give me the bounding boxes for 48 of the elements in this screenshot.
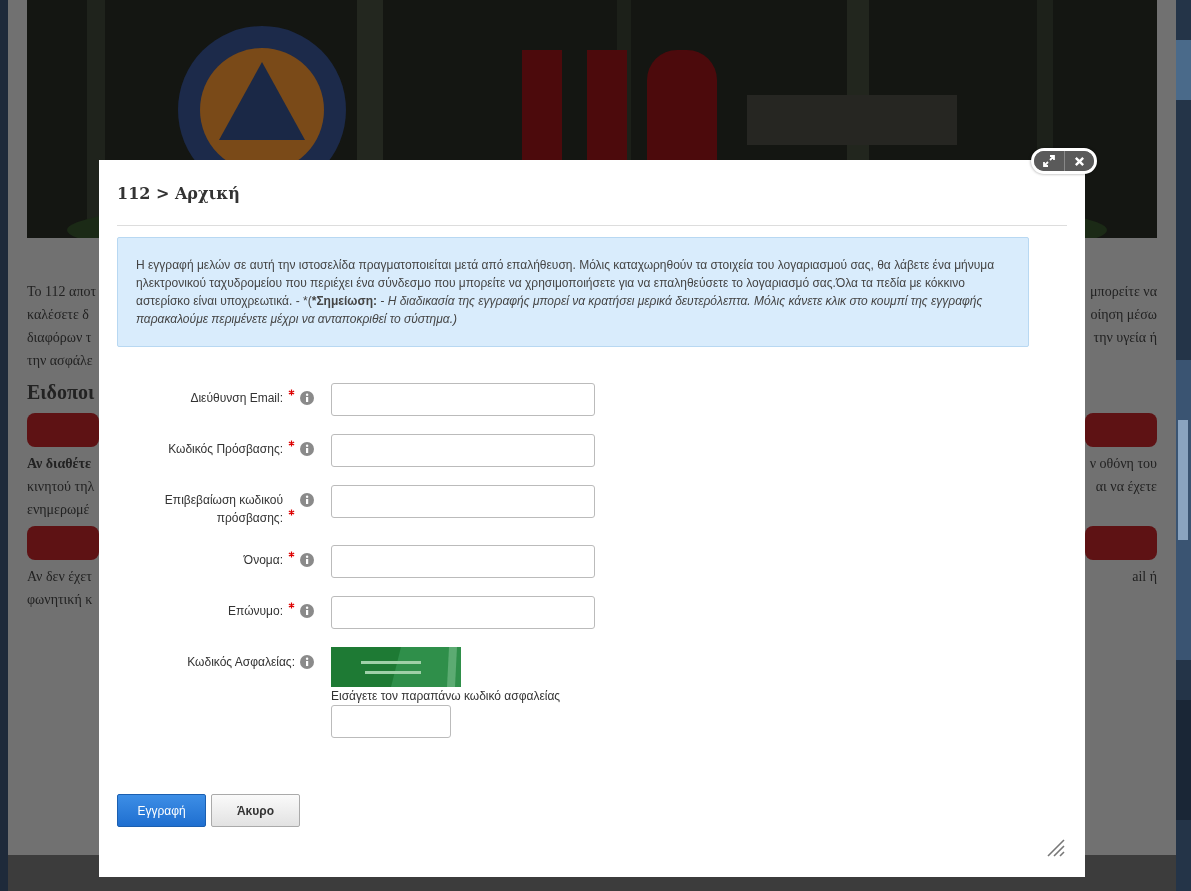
resize-grip-icon[interactable] [1046, 838, 1066, 858]
paragraph-text: Το 112 αποτ [27, 283, 97, 299]
hint-text: Εισάγετε τον παραπάνω κωδικό ασφαλείας [331, 689, 561, 703]
paragraph-text: ν οθόνη του [1089, 455, 1157, 471]
cancel-button[interactable]: Άκυρο [211, 794, 300, 827]
banner-bar [1085, 413, 1157, 447]
banner-bar [27, 526, 99, 560]
paragraph-text: καλέσετε δ [27, 306, 89, 322]
input-field[interactable] [331, 434, 595, 467]
paragraph-text: αι να έχετε [1095, 478, 1157, 494]
field-label: Κωδικός Ασφαλείας: [187, 654, 295, 671]
dialog-title: 112 > Αρχική [117, 184, 241, 205]
banner-bar [27, 413, 99, 447]
info-notice: Η εγγραφή μελών σε αυτή την ιστοσελίδα πραγματοποιείται μετά από επαλήθευση. Μόλις καταχωρηθούν τα στοιχεία του λογαριασμού σας, θα λάβετε ένα μήνυμα ηλεκτρονικού ταχυδρομείου που περιέχει ένα σύνδεσμο που μπορείτε να χρησιμοποιήσετε για να επαληθεύσετε το λογαριασμό σας.Όλα τα πεδία με κόκκινο αστερίσκο είναι υποχρεωτικά. - *(*Σημείωση: - Η διαδικασία της εγγραφής μπορεί να κρατήσει μερικά δευτερόλεπτα. Μόλις κάνετε κλικ στο κουμπί της εγγραφής παρακαλούμε περιμένετε μέχρι να ανταποκριθεί το σύστημα.) [117, 237, 1029, 347]
info-icon[interactable] [300, 493, 314, 507]
paragraph-text: Αν διαθέτε [27, 455, 91, 471]
info-icon[interactable] [300, 604, 314, 618]
paragraph-text: ενημερωμέ [27, 501, 90, 517]
expand-icon [1043, 155, 1055, 167]
banner-bar [1085, 526, 1157, 560]
captcha-field[interactable] [331, 705, 451, 738]
expand-button[interactable] [1034, 151, 1064, 171]
field-label: Κωδικός Πρόσβασης: [168, 441, 283, 458]
paragraph-text: κινητού τηλ [27, 478, 95, 494]
paragraph-text: την ασφάλε [27, 352, 93, 368]
paragraph-text: μπορείτε να [1090, 283, 1157, 299]
field-label: Όνομα: [243, 552, 283, 569]
close-icon [1074, 155, 1085, 167]
submit-button[interactable]: Εγγραφή [117, 794, 206, 827]
input-field[interactable] [331, 545, 595, 578]
info-icon[interactable] [300, 553, 314, 567]
section-heading: Ειδοποι [27, 381, 95, 403]
paragraph-text: Αν δεν έχετ [27, 568, 92, 584]
field-label: Επιβεβαίωση κωδικού πρόσβασης: [163, 492, 283, 527]
info-icon[interactable] [300, 391, 314, 405]
paragraph-text: φωνητική κ [27, 591, 93, 607]
info-icon[interactable] [300, 655, 314, 669]
paragraph-text: ail ή [1132, 568, 1157, 584]
input-field[interactable] [331, 485, 595, 518]
paragraph-text: διαφόρων τ [27, 329, 92, 345]
paragraph-text: την υγεία ή [1093, 329, 1157, 345]
field-label: Επώνυμο: [228, 603, 283, 620]
info-icon[interactable] [300, 442, 314, 456]
input-field[interactable] [331, 383, 595, 416]
close-button[interactable] [1064, 151, 1094, 171]
paragraph-text: οίηση μέσω [1090, 306, 1157, 322]
field-label: Διεύθυνση Email: [190, 390, 283, 407]
input-field[interactable] [331, 596, 595, 629]
